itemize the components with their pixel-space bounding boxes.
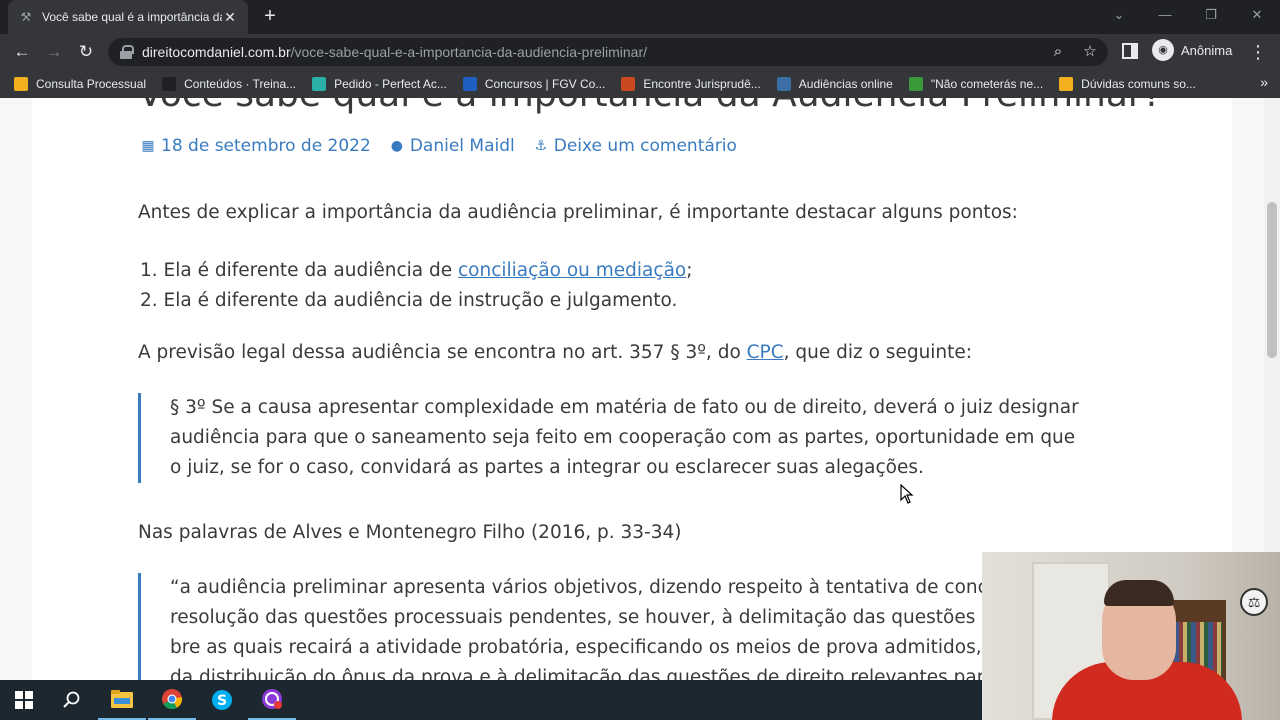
file-explorer-button[interactable] (98, 680, 146, 720)
close-window-button[interactable]: ✕ (1234, 0, 1280, 30)
bookmark-item[interactable]: Consulta Processual (14, 77, 146, 91)
search-button[interactable] (48, 680, 96, 720)
post-comment-link[interactable]: ⚓ Deixe um comentário (533, 136, 737, 156)
bookmark-favicon-icon (312, 77, 327, 91)
bookmark-item[interactable]: "Não cometerás ne... (908, 77, 1044, 91)
post-author-label: Daniel Maidl (409, 136, 515, 156)
incognito-icon: ◉ (1152, 39, 1174, 61)
incognito-profile-button[interactable]: ◉ Anônima (1152, 39, 1232, 61)
tab-title: Você sabe qual é a importância da audiên… (42, 10, 222, 24)
legal-text: A previsão legal dessa audiência se enco… (138, 342, 747, 363)
quote-line: resolução das questões processuais pende… (170, 607, 992, 628)
recorder-taskbar-button[interactable] (248, 680, 296, 720)
bookmark-label: Audiências online (798, 77, 893, 91)
bookmark-label: Dúvidas comuns so... (1081, 77, 1196, 91)
bookmark-favicon-icon (776, 77, 791, 91)
bookmark-item[interactable]: Conteúdos · Treina... (162, 77, 296, 91)
screen-recorder-icon (262, 689, 282, 709)
list-item-suffix: ; (686, 260, 693, 281)
chrome-taskbar-button[interactable] (148, 680, 196, 720)
menu-kebab-icon[interactable]: ⋮ (1248, 40, 1268, 64)
chrome-icon (162, 689, 183, 710)
anchor-icon: ⚓ (534, 138, 548, 154)
minimize-button[interactable]: — (1142, 0, 1188, 30)
url-text: direitocomdaniel.com.br/voce-sabe-qual-e… (142, 44, 648, 60)
bookmark-favicon-icon (462, 77, 477, 91)
bookmark-item[interactable]: Audiências online (776, 77, 893, 91)
post-author[interactable]: ● Daniel Maidl (389, 136, 515, 156)
bookmark-label: Pedido - Perfect Ac... (334, 77, 447, 91)
tab-strip: ⚒ Você sabe qual é a importância da audi… (0, 0, 1280, 34)
tab-search-icon[interactable]: ⌄ (1096, 0, 1142, 30)
windows-logo-icon (15, 691, 33, 709)
points-list: 1. Ela é diferente da audiência de conci… (140, 256, 692, 316)
blockquote-cpc: § 3º Se a causa apresentar complexidade … (138, 393, 1079, 483)
legal-suffix: , que diz o seguinte: (783, 342, 973, 363)
list-item-text: 1. Ela é diferente da audiência de (140, 260, 458, 281)
bookmark-favicon-icon (1059, 77, 1074, 91)
cpc-link[interactable]: CPC (747, 342, 784, 363)
bookmarks-overflow-icon[interactable]: » (1260, 74, 1268, 90)
post-date[interactable]: ▦ 18 de setembro de 2022 (140, 136, 371, 156)
user-icon: ● (390, 138, 403, 154)
gavel-icon: ⚒ (20, 10, 32, 24)
bookmark-favicon-icon (908, 77, 923, 91)
scrollbar-thumb[interactable] (1267, 202, 1277, 358)
quote-line: da distribuição do ônus da prova e à del… (170, 667, 985, 680)
skype-icon: S (212, 690, 232, 710)
quote-line: “a audiência preliminar apresenta vários… (170, 577, 988, 598)
side-panel-icon[interactable] (1122, 43, 1138, 59)
bookmark-favicon-icon (14, 77, 28, 91)
bookmarks-bar: Consulta Processual Conteúdos · Treina...… (0, 70, 1280, 98)
close-tab-icon[interactable]: ✕ (222, 9, 238, 26)
quote-line: § 3º Se a causa apresentar complexidade … (170, 397, 1079, 418)
list-item: 1. Ela é diferente da audiência de conci… (140, 256, 692, 286)
back-button[interactable]: ← (10, 40, 34, 64)
quote-line: audiência para que o saneamento seja fei… (170, 427, 1076, 448)
bookmark-label: Concursos | FGV Co... (484, 77, 606, 91)
svg-text:S: S (217, 693, 227, 709)
bookmark-label: "Não cometerás ne... (930, 77, 1044, 91)
tab-active[interactable]: ⚒ Você sabe qual é a importância da audi… (8, 0, 248, 34)
bookmark-favicon-icon (621, 77, 636, 91)
post-meta: ▦ 18 de setembro de 2022 ● Daniel Maidl … (140, 136, 755, 156)
address-bar[interactable]: direitocomdaniel.com.br/voce-sabe-qual-e… (108, 38, 1108, 66)
authors-paragraph: Nas palavras de Alves e Montenegro Filho… (138, 522, 682, 543)
webcam-overlay: ⚖ (982, 552, 1280, 720)
page-title: Você sabe qual é a importância da Audiên… (138, 98, 1162, 115)
blockquote-authors: “a audiência preliminar apresenta vários… (138, 573, 991, 680)
list-item: 2. Ela é diferente da audiência de instr… (140, 290, 678, 311)
skype-taskbar-button[interactable]: S (198, 680, 246, 720)
post-comment-label: Deixe um comentário (553, 136, 737, 156)
webcam-person-hair (1104, 580, 1174, 606)
bookmark-item[interactable]: Pedido - Perfect Ac... (312, 77, 447, 91)
legal-paragraph: A previsão legal dessa audiência se enco… (138, 342, 972, 363)
bookmark-label: Encontre Jurisprudê... (643, 77, 761, 91)
bookmark-item[interactable]: Dúvidas comuns so... (1059, 77, 1196, 91)
forward-button[interactable]: → (42, 40, 66, 64)
bookmark-label: Consulta Processual (36, 77, 147, 91)
folder-icon (111, 690, 133, 708)
quote-line: o juiz, se for o caso, convidará as part… (170, 457, 924, 478)
bookmark-item[interactable]: Encontre Jurisprudê... (621, 77, 761, 91)
browser-toolbar: ← → ↻ direitocomdaniel.com.br/voce-sabe-… (0, 34, 1280, 70)
reload-button[interactable]: ↻ (74, 40, 98, 64)
bookmark-star-icon[interactable]: ☆ (1080, 42, 1100, 62)
restore-button[interactable]: ❐ (1188, 0, 1234, 30)
intro-paragraph: Antes de explicar a importância da audiê… (138, 202, 1018, 223)
profile-label: Anônima (1181, 42, 1233, 58)
justice-logo-icon: ⚖ (1240, 588, 1268, 616)
conciliacao-link[interactable]: conciliação ou mediação (458, 260, 686, 281)
calendar-icon: ▦ (141, 138, 155, 154)
post-date-label: 18 de setembro de 2022 (161, 136, 371, 156)
search-icon (63, 691, 80, 708)
bookmark-favicon-icon (162, 77, 177, 91)
new-tab-button[interactable]: + (258, 5, 282, 29)
quote-line: bre as quais recairá a atividade probató… (170, 637, 982, 658)
lock-icon (120, 45, 134, 59)
bookmark-item[interactable]: Concursos | FGV Co... (462, 77, 606, 91)
start-button[interactable] (0, 680, 48, 720)
bookmark-label: Conteúdos · Treina... (184, 77, 297, 91)
zoom-icon[interactable]: ⌕ (1048, 42, 1068, 62)
